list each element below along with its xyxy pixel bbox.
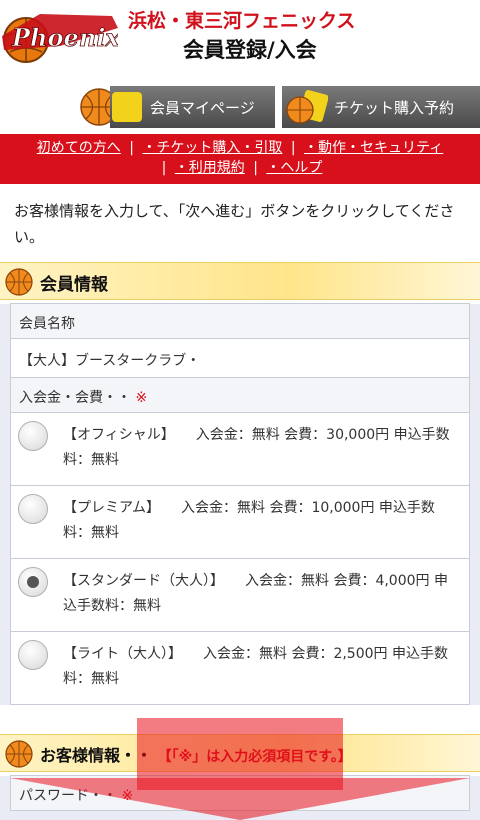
fee-option-official[interactable]: 【オフィシャル】 入会金：無料 会費：30,000円 申込手数料：無料	[10, 412, 470, 486]
help-nav: 初めての方へ | ・チケット購入・引取 | ・動作・セキュリティ | ・利用規約…	[0, 134, 480, 184]
intro-text: お客様情報を入力して、「次へ進む」ボタンをクリックしてください。	[14, 202, 455, 246]
customer-info-header: お客様情報・・ 【「※」は入力必須項目です。】	[0, 734, 480, 772]
fee-option-light[interactable]: 【ライト（大人）】 入会金：無料 会費：2,500円 申込手数料：無料	[10, 631, 470, 705]
option-text: 【オフィシャル】 入会金：無料 会費：30,000円 申込手数料：無料	[63, 427, 450, 468]
option-text: 【ライト（大人）】 入会金：無料 会費：2,500円 申込手数料：無料	[63, 646, 448, 687]
required-mark: ※	[121, 788, 134, 804]
basketball-icon	[5, 740, 33, 768]
member-nav-bar: 会員マイページ チケット購入予約	[0, 86, 480, 128]
member-info-header: 会員情報	[0, 262, 480, 300]
member-name-value: 【大人】ブースタークラブ・	[10, 338, 470, 378]
page-title: 会員登録/入会	[183, 38, 317, 62]
nav-link-first-time[interactable]: 初めての方へ	[37, 140, 121, 156]
page-header: Phoenix 浜松・東三河フェニックス 会員登録/入会	[0, 0, 480, 80]
section-title: 会員情報	[40, 275, 108, 295]
required-note: 【「※」は入力必須項目です。】	[157, 749, 352, 765]
member-info-panel: 会員名称 【大人】ブースタークラブ・ 入会金・会費・・ ※ 【オフィシャル】 入…	[0, 303, 480, 705]
required-mark: ※	[135, 390, 148, 406]
nav-link-ticket[interactable]: ・チケット購入・引取	[142, 140, 282, 156]
ticket-icon	[286, 90, 328, 124]
section-title: お客様情報・・	[40, 746, 153, 765]
person-icon	[112, 92, 142, 122]
radio-button[interactable]	[18, 421, 48, 451]
fee-option-standard[interactable]: 【スタンダード（大人）】 入会金：無料 会費：4,000円 申込手数料：無料	[10, 558, 470, 632]
fee-option-premium[interactable]: 【プレミアム】 入会金：無料 会費：10,000円 申込手数料：無料	[10, 485, 470, 559]
nav-link-terms[interactable]: ・利用規約	[175, 160, 245, 176]
option-text: 【スタンダード（大人）】 入会金：無料 会費：4,000円 申込手数料：無料	[63, 573, 448, 614]
password-label: パスワード・・ ※	[10, 775, 470, 811]
basketball-icon	[5, 268, 33, 296]
fee-label: 入会金・会費・・ ※	[10, 377, 470, 413]
nav-link-security[interactable]: ・動作・セキュリティ	[304, 140, 443, 156]
ticket-button[interactable]: チケット購入予約	[282, 86, 480, 128]
radio-button[interactable]	[18, 494, 48, 524]
member-name-label: 会員名称	[10, 303, 470, 339]
team-name: 浜松・東三河フェニックス	[128, 10, 356, 32]
nav-link-help[interactable]: ・ヘルプ	[266, 160, 322, 176]
phoenix-logo[interactable]: Phoenix	[0, 6, 118, 68]
ticket-label: チケット購入予約	[334, 98, 455, 117]
logo-text: Phoenix	[11, 23, 118, 52]
customer-info-panel: パスワード・・ ※	[0, 775, 480, 820]
mypage-label: 会員マイページ	[150, 98, 255, 117]
radio-button-selected[interactable]	[18, 567, 48, 597]
mypage-button[interactable]: 会員マイページ	[110, 86, 275, 128]
radio-button[interactable]	[18, 640, 48, 670]
option-text: 【プレミアム】 入会金：無料 会費：10,000円 申込手数料：無料	[63, 500, 435, 541]
